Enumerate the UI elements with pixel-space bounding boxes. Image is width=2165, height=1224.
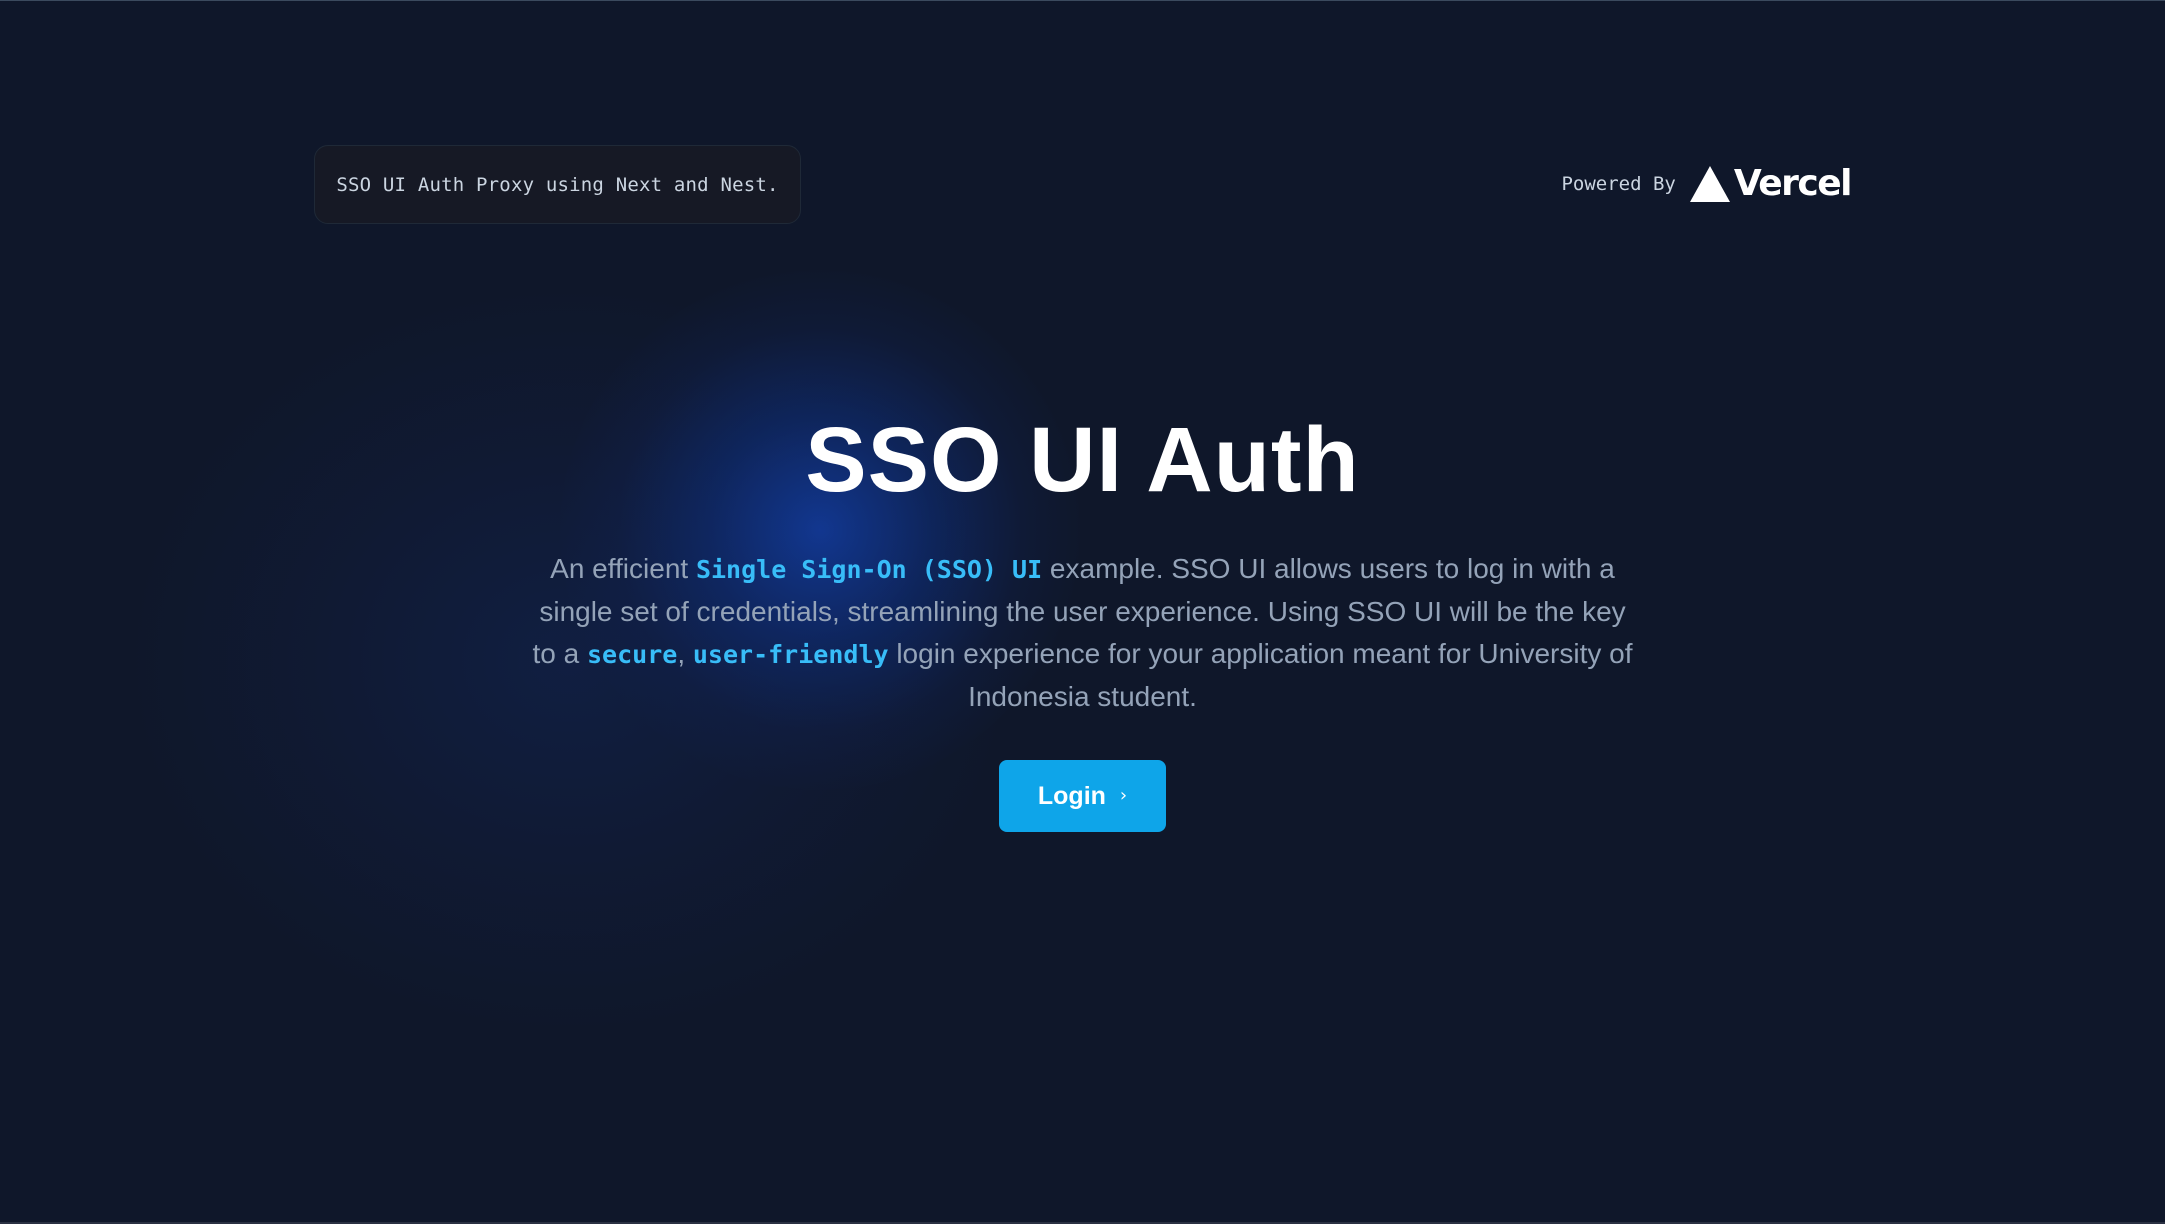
login-button-label: Login xyxy=(1037,781,1106,810)
page-title: SSO UI Auth xyxy=(805,409,1360,511)
top-divider xyxy=(0,0,2165,1)
vercel-wordmark: Vercel xyxy=(1733,163,1853,204)
page: SSO UI Auth Proxy using Next and Nest. P… xyxy=(0,0,2165,1224)
hero-section: SSO UI Auth An efficient Single Sign-On … xyxy=(0,400,2165,832)
highlight-sso: Single Sign-On (SSO) UI xyxy=(695,555,1043,584)
desc-part-1: An efficient xyxy=(550,553,696,584)
chevron-right-icon: › xyxy=(1119,785,1128,806)
desc-comma: , xyxy=(677,638,693,669)
powered-by-vercel-link[interactable]: Powered By Vercel xyxy=(1561,162,1853,206)
desc-part-3: login experience for your application me… xyxy=(888,638,1633,712)
tagline-pill: SSO UI Auth Proxy using Next and Nest. xyxy=(314,145,801,224)
highlight-user-friendly: user-friendly xyxy=(692,640,889,669)
login-button[interactable]: Login › xyxy=(999,760,1166,832)
vercel-logo: Vercel xyxy=(1689,163,1853,204)
tagline-text: SSO UI Auth Proxy using Next and Nest. xyxy=(336,173,779,196)
hero-description: An efficient Single Sign-On (SSO) UI exa… xyxy=(533,548,1633,718)
powered-by-label: Powered By xyxy=(1561,173,1676,195)
vercel-triangle-icon xyxy=(1689,166,1730,202)
highlight-secure: secure xyxy=(587,640,678,669)
